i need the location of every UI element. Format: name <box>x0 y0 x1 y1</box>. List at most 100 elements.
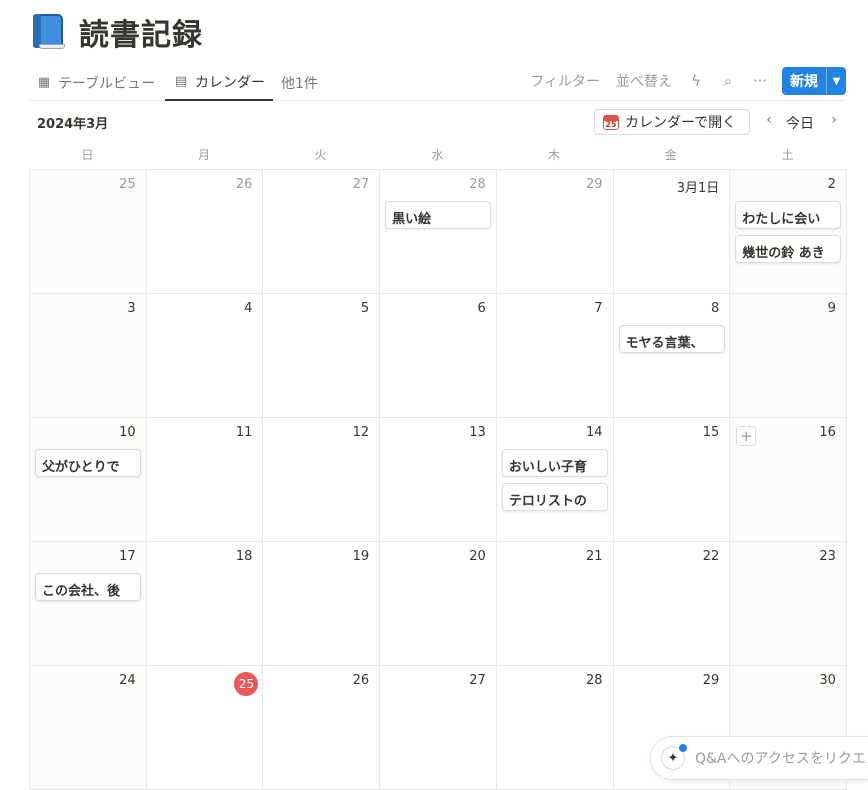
lightning-icon[interactable]: ϟ <box>688 72 704 90</box>
page-title[interactable]: 読書記録 <box>79 10 203 54</box>
calendar-day-cell[interactable]: 14 おいしい子育 テロリストの <box>496 418 614 542</box>
tab-table-view[interactable]: ▦ テーブルビュー <box>36 64 155 101</box>
day-number: 10 <box>119 425 136 440</box>
calendar-day-cell[interactable]: 5 <box>263 294 381 418</box>
open-in-calendar-label: カレンダーで開く <box>625 115 737 131</box>
day-number: 14 <box>585 425 603 440</box>
weekday-label: 月 <box>198 148 211 162</box>
day-number: 19 <box>352 549 370 564</box>
day-number: 5 <box>360 301 370 316</box>
chevron-right-icon[interactable]: › <box>826 112 842 128</box>
tab-more-views[interactable]: 他1件 <box>281 64 318 101</box>
day-number: 9 <box>827 301 836 316</box>
calendar-grid: 25 26 27 28 黒い絵 29 3月1日 2 わたしに会い 幾世の鈴 あき 3 4 5 6 7 8 モヤる… <box>29 169 847 790</box>
calendar-day-cell[interactable]: 18 <box>146 542 264 666</box>
day-number: 26 <box>235 177 253 192</box>
calendar-event-card[interactable]: おいしい子育 <box>501 449 608 477</box>
qa-access-request[interactable]: ✦ Q&Aへのアクセスをリクエスト <box>650 736 868 780</box>
calendar-day-cell[interactable]: 17 この会社、後 <box>30 542 147 666</box>
sort-button[interactable]: 並べ替え <box>616 71 672 91</box>
calendar-day-cell[interactable]: 7 <box>496 294 614 418</box>
day-number: 12 <box>352 425 370 440</box>
calendar-day-cell[interactable]: 4 <box>146 294 264 418</box>
day-number: 29 <box>585 177 603 192</box>
calendar-day-cell[interactable]: 3 <box>30 294 147 418</box>
day-number: 20 <box>469 549 486 564</box>
filter-button[interactable]: フィルター <box>530 71 600 91</box>
calendar-day-cell[interactable]: 28 黒い絵 <box>380 170 497 294</box>
day-number: 2 <box>827 177 836 192</box>
day-number: 30 <box>819 673 836 688</box>
calendar-day-cell[interactable]: 8 モヤる言葉、 <box>613 294 731 418</box>
calendar-day-cell[interactable]: 27 <box>263 170 381 294</box>
calendar-day-cell[interactable]: 25 <box>30 170 147 294</box>
toolbar: フィルター 並べ替え ϟ ⌕ ··· 新規 ▼ <box>514 66 846 96</box>
calendar-event-card[interactable]: 父がひとりで <box>35 449 141 477</box>
calendar-day-cell[interactable]: 29 <box>496 170 614 294</box>
calendar-day-cell[interactable]: 16 + <box>730 418 847 542</box>
tab-calendar[interactable]: ▤ カレンダー <box>165 64 273 101</box>
calendar-day-cell[interactable]: 25 <box>146 666 264 790</box>
calendar-day-cell[interactable]: 19 <box>263 542 381 666</box>
day-number: 26 <box>352 673 370 688</box>
calendar-day-cell[interactable]: 27 <box>380 666 497 790</box>
calendar-day-cell[interactable]: 22 <box>613 542 731 666</box>
calendar-day-cell[interactable]: 26 <box>263 666 381 790</box>
calendar-event-card[interactable]: 黒い絵 <box>385 201 492 229</box>
day-number: 8 <box>710 301 720 316</box>
calendar-day-cell[interactable]: 28 <box>496 666 614 790</box>
day-number: 23 <box>819 549 836 564</box>
calendar-day-cell[interactable]: 3月1日 <box>613 170 731 294</box>
calendar-day-cell[interactable]: 6 <box>380 294 497 418</box>
calendar-day-cell[interactable]: 15 <box>613 418 731 542</box>
calendar-day-cell[interactable]: 10 父がひとりで <box>30 418 147 542</box>
day-number: 18 <box>235 549 253 564</box>
day-number: 17 <box>119 549 136 564</box>
calendar-day-cell[interactable]: 20 <box>380 542 497 666</box>
calendar-day-cell[interactable]: 9 <box>730 294 847 418</box>
calendar-day-cell[interactable]: 11 <box>146 418 264 542</box>
open-in-calendar-button[interactable]: 25 カレンダーで開く <box>594 109 750 135</box>
page-header: 読書記録 <box>33 10 203 54</box>
calendar-day-cell[interactable]: 23 <box>730 542 847 666</box>
new-button-label: 新規 <box>790 74 818 90</box>
day-number: 29 <box>702 673 720 688</box>
day-number: 24 <box>119 673 136 688</box>
calendar-day-cell[interactable]: 12 <box>263 418 381 542</box>
table-icon: ▦ <box>37 75 51 90</box>
book-icon[interactable] <box>33 14 67 50</box>
today-button[interactable]: 今日 <box>786 113 814 133</box>
day-number: 28 <box>469 177 486 192</box>
day-number: 4 <box>244 301 253 316</box>
calendar-day-cell[interactable]: 13 <box>380 418 497 542</box>
day-number: 13 <box>469 425 486 440</box>
calendar-event-card[interactable]: わたしに会い <box>735 201 842 229</box>
chevron-down-icon[interactable]: ▼ <box>826 67 846 95</box>
day-number: 25 <box>119 177 136 192</box>
calendar-event-card[interactable]: この会社、後 <box>35 573 141 601</box>
calendar-event-card[interactable]: テロリストの <box>501 483 608 511</box>
month-label: 2024年3月 <box>37 117 109 132</box>
day-number: 7 <box>594 301 603 316</box>
calendar-day-cell[interactable]: 21 <box>496 542 614 666</box>
qa-text: Q&Aへのアクセスをリクエスト <box>695 751 868 767</box>
search-icon[interactable]: ⌕ <box>720 72 736 90</box>
new-button[interactable]: 新規 ▼ <box>782 67 846 95</box>
day-number: 22 <box>702 549 720 564</box>
day-number: 16 <box>819 425 836 440</box>
add-event-icon[interactable]: + <box>736 426 757 446</box>
tab-label: カレンダー <box>195 74 265 91</box>
day-number: 27 <box>469 673 486 688</box>
weekday-label: 金 <box>664 148 677 162</box>
calendar-day-cell[interactable]: 24 <box>30 666 147 790</box>
calendar-day-cell[interactable]: 26 <box>146 170 264 294</box>
weekday-label: 木 <box>548 148 561 162</box>
chevron-left-icon[interactable]: ‹ <box>761 112 777 128</box>
more-icon[interactable]: ··· <box>752 72 768 90</box>
day-number: 27 <box>352 177 370 192</box>
calendar-day-cell[interactable]: 2 わたしに会い 幾世の鈴 あき <box>730 170 847 294</box>
calendar-event-card[interactable]: モヤる言葉、 <box>618 325 725 353</box>
calendar-event-card[interactable]: 幾世の鈴 あき <box>735 235 842 263</box>
weekday-label: 土 <box>781 148 794 162</box>
weekday-label: 火 <box>314 148 327 162</box>
